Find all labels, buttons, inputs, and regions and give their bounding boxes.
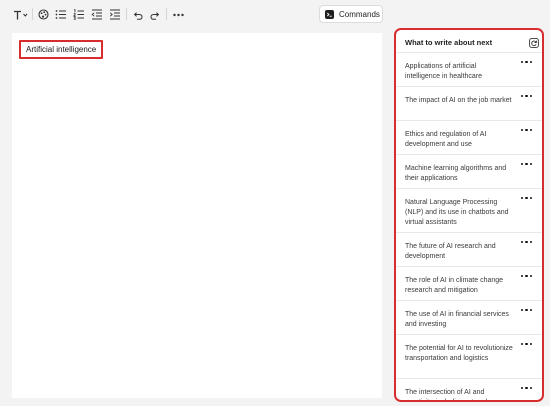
- numbered-list-button[interactable]: [73, 6, 85, 23]
- document-title[interactable]: Artificial intelligence: [19, 40, 103, 59]
- suggestions-heading: What to write about next: [405, 37, 493, 47]
- terminal-icon: [325, 9, 334, 19]
- color-button[interactable]: [37, 6, 49, 23]
- commands-button[interactable]: Commands: [319, 5, 383, 23]
- more-horizontal-icon[interactable]: [521, 341, 533, 347]
- suggestion-item[interactable]: Ethics and regulation of AI development …: [396, 120, 542, 154]
- editor-canvas[interactable]: Artificial intelligence: [12, 33, 382, 398]
- more-horizontal-icon: [172, 13, 184, 16]
- outdent-button[interactable]: [91, 6, 103, 23]
- indent-icon: [109, 9, 120, 20]
- more-horizontal-icon[interactable]: [521, 307, 533, 313]
- more-horizontal-icon[interactable]: [521, 239, 533, 245]
- suggestions-header: What to write about next: [396, 30, 542, 54]
- suggestion-text: The intersection of AI and creativity, i…: [405, 389, 487, 400]
- bulleted-list-button[interactable]: [55, 6, 67, 23]
- outdent-icon: [91, 9, 102, 20]
- suggestion-text: The use of AI in financial services and …: [405, 311, 509, 328]
- suggestion-item[interactable]: The future of AI research and developmen…: [396, 232, 542, 266]
- editor-toolbar: Commands: [0, 0, 390, 30]
- suggestion-item[interactable]: Machine learning algorithms and their ap…: [396, 154, 542, 188]
- suggestion-text: Applications of artificial intelligence …: [405, 63, 483, 80]
- suggestion-text: The potential for AI to revolutionize tr…: [405, 345, 513, 362]
- suggestion-text: Natural Language Processing (NLP) and it…: [405, 199, 509, 226]
- suggestion-text: The future of AI research and developmen…: [405, 243, 496, 260]
- undo-button[interactable]: [131, 6, 143, 23]
- suggestion-item[interactable]: Natural Language Processing (NLP) and it…: [396, 188, 542, 232]
- redo-button[interactable]: [149, 6, 161, 23]
- more-horizontal-icon[interactable]: [521, 273, 533, 279]
- toolbar-divider: [166, 8, 167, 20]
- redo-icon: [149, 11, 159, 20]
- undo-icon: [133, 11, 143, 20]
- more-options-button[interactable]: [172, 6, 184, 23]
- suggestion-text: The impact of AI on the job market: [405, 97, 512, 104]
- suggestion-text: The role of AI in climate change researc…: [405, 277, 504, 294]
- more-horizontal-icon[interactable]: [521, 385, 533, 391]
- suggestion-item[interactable]: Applications of artificial intelligence …: [396, 52, 542, 86]
- suggestion-item[interactable]: The impact of AI on the job market: [396, 86, 542, 120]
- toolbar-divider: [126, 8, 127, 20]
- more-horizontal-icon[interactable]: [521, 161, 533, 167]
- bulleted-list-icon: [55, 10, 66, 19]
- suggestion-item[interactable]: The use of AI in financial services and …: [396, 300, 542, 334]
- toolbar-divider: [32, 8, 33, 20]
- suggestion-item[interactable]: The role of AI in climate change researc…: [396, 266, 542, 300]
- more-horizontal-icon[interactable]: [521, 127, 533, 133]
- app-window: Commands Artificial intelligence What to…: [0, 0, 550, 406]
- suggestion-text: Ethics and regulation of AI development …: [405, 131, 487, 148]
- palette-icon: [37, 9, 49, 20]
- suggestions-panel: What to write about next Applications of…: [394, 28, 544, 402]
- more-horizontal-icon[interactable]: [521, 93, 533, 99]
- text-format-icon: [14, 10, 28, 19]
- commands-label: Commands: [339, 9, 380, 19]
- suggestion-item[interactable]: The potential for AI to revolutionize tr…: [396, 334, 542, 378]
- suggestion-item[interactable]: The intersection of AI and creativity, i…: [396, 378, 542, 400]
- indent-button[interactable]: [109, 6, 121, 23]
- more-horizontal-icon[interactable]: [521, 195, 533, 201]
- text-style-button[interactable]: [13, 6, 29, 23]
- more-horizontal-icon[interactable]: [521, 59, 533, 65]
- suggestion-text: Machine learning algorithms and their ap…: [405, 165, 507, 182]
- regenerate-icon[interactable]: [529, 38, 539, 48]
- numbered-list-icon: [73, 9, 84, 20]
